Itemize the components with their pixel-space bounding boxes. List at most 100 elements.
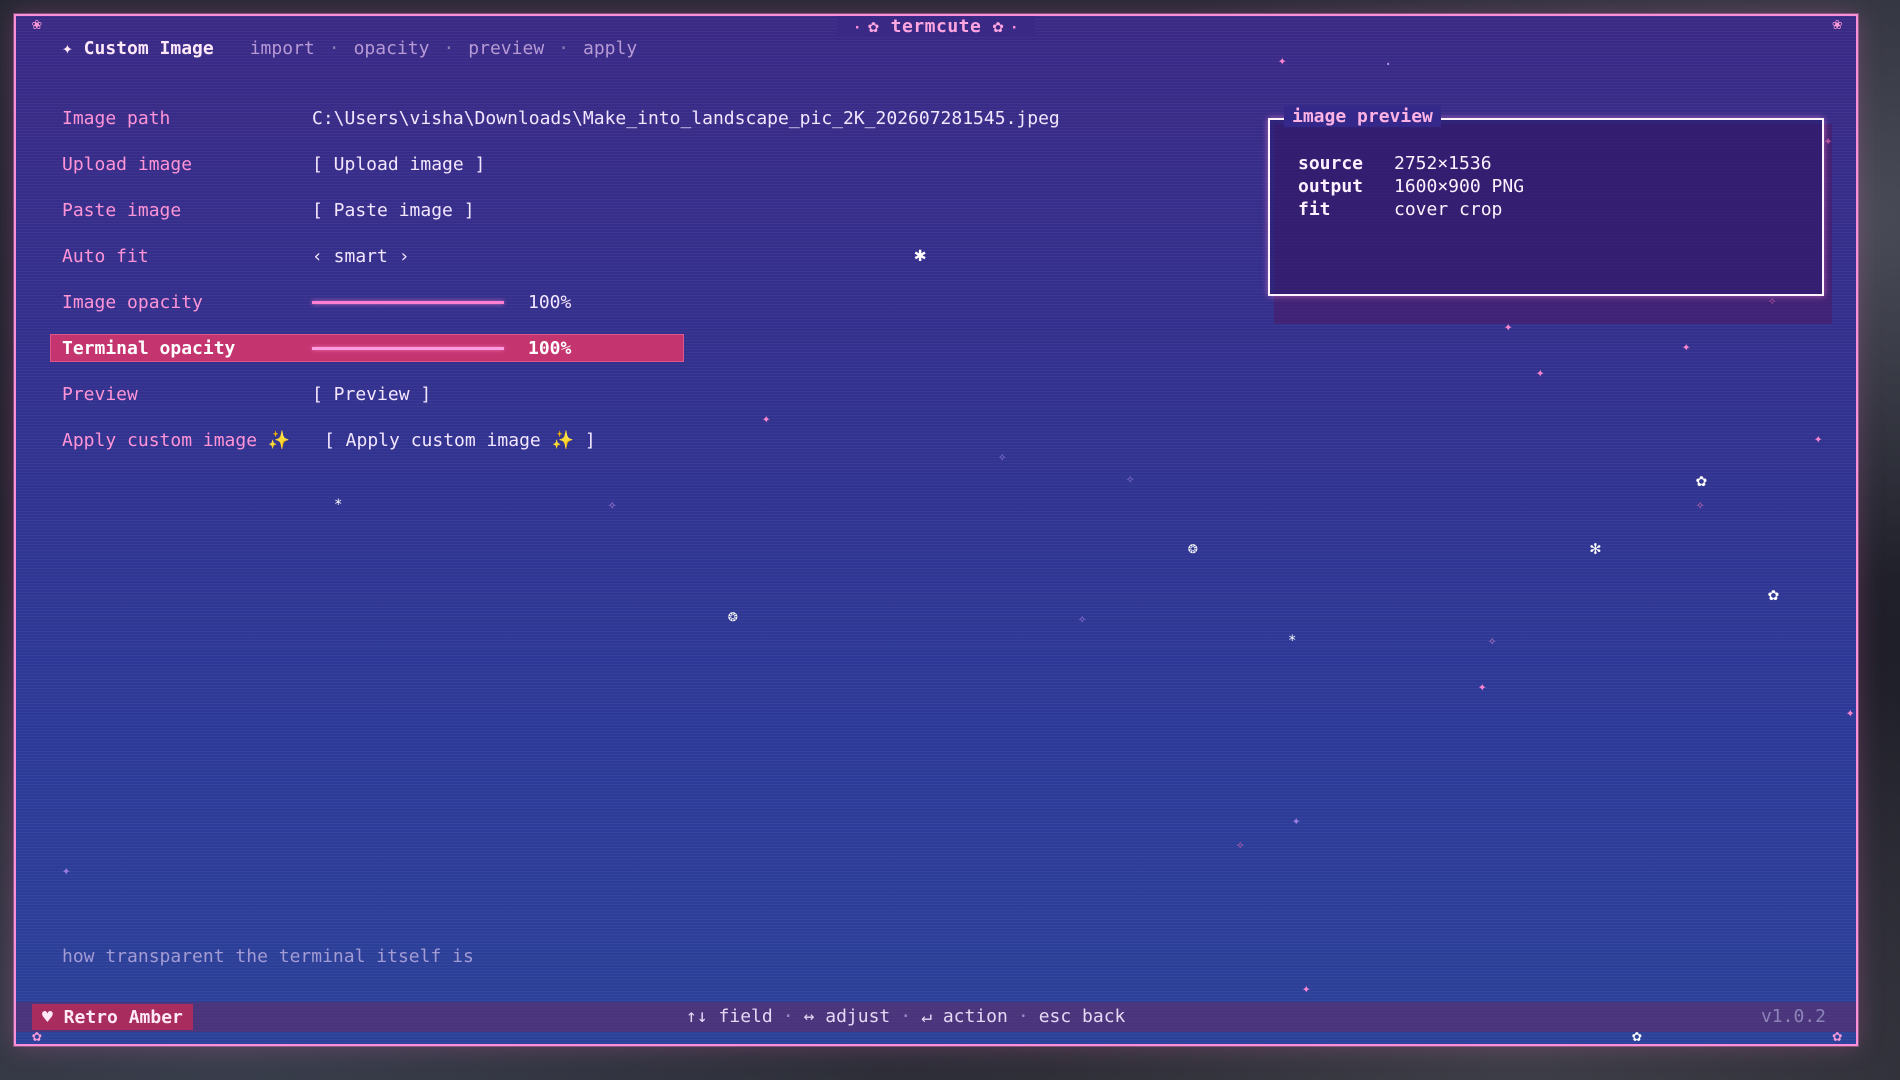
preview-row-fit: fit cover crop [1298,198,1524,221]
sparkle-icon: ✱ [914,242,927,266]
sparkle-icon: * [1288,633,1297,649]
key-hint-key: esc [1038,1006,1072,1027]
field-terminal-opacity[interactable]: Terminal opacity 100% [50,334,684,362]
auto-fit-selector[interactable]: ‹ smart › [312,246,410,267]
window-title: · ✿ termcute ✿ · [837,16,1035,37]
version-label: v1.0.2 [1760,1006,1826,1027]
terminal-opacity-value: 100% [528,337,572,359]
preview-panel-title: image preview [1284,106,1441,127]
sparkle-icon: ✦ [1536,365,1545,381]
terminal-opacity-slider[interactable] [312,346,504,350]
sparkle-icon: ✿ [1696,470,1707,491]
field-apply-custom-image[interactable]: Apply custom image ✨ [ Apply custom imag… [50,426,750,454]
field-label: Preview [62,383,138,405]
hint-separator: · [900,1006,912,1027]
tab-separator: · [558,38,569,59]
preview-value: cover crop [1394,199,1503,220]
sparkle-icon: ✧ [1126,471,1135,487]
window-title-text: termcute [890,16,982,37]
preview-row-source: source 2752×1536 [1298,152,1524,175]
field-label: Apply custom image ✨ [62,429,291,451]
sparkle-icon: ✦ [1682,339,1691,355]
sparkle-icon: ✧ [608,497,617,513]
key-hint-label: back [1082,1006,1126,1027]
hint-separator: · [782,1006,794,1027]
sparkle-icon: ✦ [1478,679,1487,695]
field-preview[interactable]: Preview [ Preview ] [50,380,650,408]
theme-badge[interactable]: ♥ Retro Amber [32,1004,193,1030]
preview-key: fit [1298,199,1331,220]
arrow-leftright-icon: ↔ [803,1006,815,1027]
status-bar: ♥ Retro Amber ↑↓ field · ↔ adjust · ↵ action… [16,1002,1856,1032]
field-label: Terminal opacity [62,337,236,359]
sparkle-icon: ✧ [1696,497,1705,513]
sparkle-icon: ✿ [1768,584,1779,605]
sparkle-icon: ✦ [1278,53,1287,69]
tab-opacity[interactable]: opacity [354,38,430,59]
return-icon: ↵ [921,1006,932,1027]
arrow-updown-icon: ↑↓ [686,1006,708,1027]
tab-preview[interactable]: preview [468,38,544,59]
field-upload-image[interactable]: Upload image [ Upload image ] [50,150,650,178]
image-path-input[interactable]: C:\Users\visha\Downloads\Make_into_lands… [312,108,1060,129]
image-opacity-value: 100% [528,291,572,313]
tab-import[interactable]: import [250,38,315,59]
key-hint-label: field [718,1006,773,1027]
sparkle-icon: ✧ [1236,837,1245,853]
sparkle-icon: ✧ [1488,633,1497,649]
screen-title: ✦ Custom Image [62,38,214,59]
image-opacity-slider[interactable] [312,300,504,304]
flower-icon: ✿ [867,16,891,37]
sparkle-icon: ❂ [1188,538,1198,557]
preview-row-output: output 1600×900 PNG [1298,175,1524,198]
paste-image-button[interactable]: [ Paste image ] [312,200,475,221]
field-image-path[interactable]: Image path C:\Users\visha\Downloads\Make… [50,104,1150,132]
flower-icon: ✿ [981,16,1005,37]
field-help-text: how transparent the terminal itself is [62,946,474,967]
sparkle-icon: ✦ [1292,813,1301,829]
key-hint-adjust: ↔ adjust [804,1006,891,1027]
title-bar: · ✿ termcute ✿ · [16,16,1856,38]
sparkle-icon: ✦ [1302,981,1311,997]
sparkle-icon: ✻ [1590,538,1601,559]
field-paste-image[interactable]: Paste image [ Paste image ] [50,196,650,224]
apply-custom-image-button[interactable]: [ Apply custom image ✨ ] [324,430,596,451]
terminal-window: ✦ · ✱ ✦ ✧ ✦ ✦ ✦ ✦ ✦ ✧ ✧ ✿ ✧ * ✧ ❂ ✻ ✿ ❂ … [14,14,1858,1046]
preview-info: source 2752×1536 output 1600×900 PNG fit co… [1298,152,1524,221]
screen-header: ✦ Custom Image import · opacity · previe… [62,38,637,59]
preview-value: 2752×1536 [1394,153,1492,174]
field-label: Image path [62,107,171,129]
sparkle-icon: ✦ [1814,431,1823,447]
field-auto-fit[interactable]: Auto fit ‹ smart › [50,242,650,270]
title-dot-right: · [1010,20,1019,36]
key-hint-label: action [942,1006,1008,1027]
sparkle-icon: ✦ [62,863,71,879]
hint-separator: · [1017,1006,1029,1027]
sparkle-icon: * [334,497,343,513]
key-hint-back: esc back [1039,1006,1126,1027]
field-label: Paste image [62,199,182,221]
field-label: Auto fit [62,245,149,267]
sparkle-icon: · [1384,57,1393,73]
key-hint-label: adjust [825,1006,891,1027]
preview-key: source [1298,153,1364,174]
image-opacity-slider-fill [312,300,504,304]
sparkle-icon: ✦ [762,411,771,427]
upload-image-button[interactable]: [ Upload image ] [312,154,485,175]
tab-apply[interactable]: apply [583,38,637,59]
tab-separator: · [328,38,340,59]
tab-separator: · [443,38,455,59]
sparkle-icon: ✧ [1078,611,1087,627]
field-label: Upload image [62,153,193,175]
key-hint-field: ↑↓ field [686,1006,773,1027]
terminal-opacity-slider-fill [312,346,504,350]
image-preview-panel: image preview source 2752×1536 output 1600… [1268,106,1824,296]
sparkle-icon: ❂ [728,606,738,625]
title-dot-left: · [853,20,862,36]
keybinding-hints: ↑↓ field · ↔ adjust · ↵ action · esc back [686,1006,1125,1027]
field-image-opacity[interactable]: Image opacity 100% [50,288,684,316]
sparkle-icon: ✦ [1846,705,1855,721]
preview-key: output [1298,176,1364,197]
preview-button[interactable]: [ Preview ] [312,384,431,405]
sparkle-icon: ✧ [998,449,1007,465]
